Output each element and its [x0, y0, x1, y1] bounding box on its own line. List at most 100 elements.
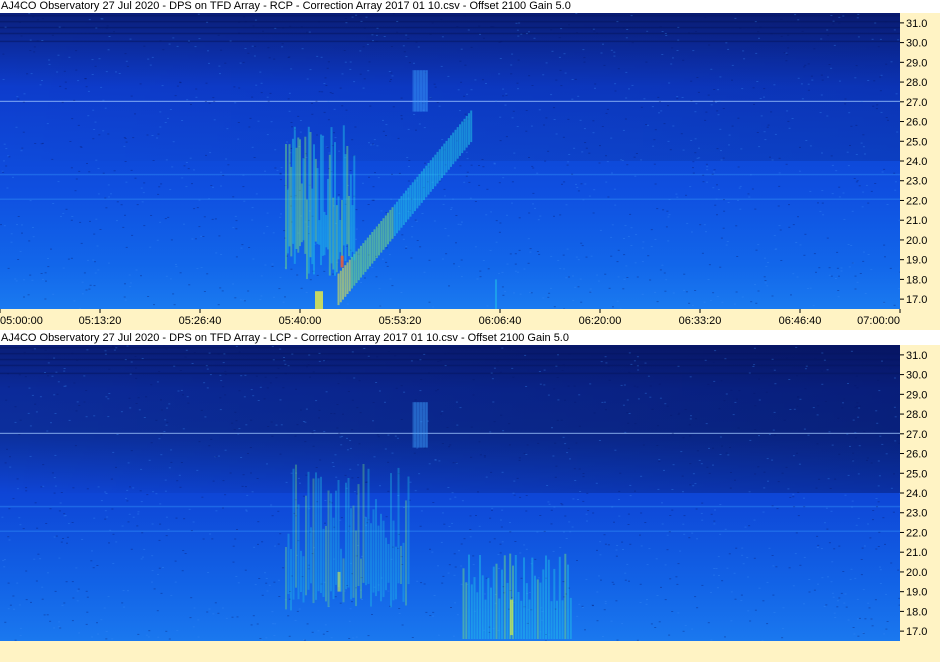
noise-dot — [183, 518, 186, 520]
burst-streak — [487, 577, 490, 640]
noise-dot — [725, 244, 728, 246]
noise-dot — [645, 61, 648, 63]
noise-dot — [407, 180, 410, 182]
noise-dot — [231, 422, 234, 424]
noise-dot — [41, 598, 44, 600]
noise-dot — [125, 246, 128, 248]
burst-streak — [362, 243, 365, 275]
noise-dot — [389, 278, 392, 280]
noise-dot — [585, 513, 588, 515]
noise-dot — [857, 416, 860, 418]
noise-dot — [885, 593, 888, 595]
noise-dot — [91, 550, 93, 552]
noise-dot — [877, 460, 880, 462]
noise-dot — [75, 50, 78, 52]
noise-dot — [304, 441, 307, 443]
noise-dot — [710, 639, 713, 641]
noise-dot — [792, 224, 795, 226]
noise-dot — [577, 259, 580, 261]
lcp-title: AJ4CO Observatory 27 Jul 2020 - DPS on T… — [0, 332, 940, 345]
noise-dot — [195, 96, 198, 98]
noise-dot — [840, 270, 843, 272]
noise-dot — [764, 257, 766, 259]
noise-dot — [731, 64, 734, 66]
noise-dot — [832, 17, 835, 19]
noise-dot — [690, 415, 692, 417]
noise-dot — [830, 510, 833, 512]
noise-dot — [387, 461, 390, 463]
noise-dot — [81, 539, 84, 540]
noise-dot — [792, 493, 795, 495]
noise-dot — [613, 51, 616, 53]
noise-dot — [27, 412, 30, 414]
burst-streak — [344, 154, 347, 262]
noise-dot — [91, 74, 94, 75]
noise-dot — [428, 463, 431, 465]
noise-dot — [44, 349, 47, 351]
burst-streak — [357, 248, 360, 281]
noise-dot — [858, 445, 861, 447]
noise-dot — [170, 461, 173, 463]
noise-dot — [572, 299, 575, 301]
noise-dot — [717, 556, 720, 558]
noise-dot — [126, 345, 129, 347]
noise-dot — [553, 306, 556, 308]
noise-dot — [581, 151, 584, 153]
burst-streak — [337, 273, 340, 306]
noise-dot — [741, 547, 744, 549]
noise-dot — [653, 163, 656, 165]
noise-dot — [124, 214, 126, 216]
noise-dot — [193, 169, 195, 171]
noise-dot — [260, 92, 263, 94]
noise-dot — [97, 486, 100, 488]
noise-dot — [722, 157, 725, 159]
noise-dot — [610, 236, 613, 238]
burst-streak — [365, 517, 367, 586]
noise-dot — [420, 379, 423, 380]
burst-streak — [473, 577, 476, 639]
noise-dot — [223, 353, 226, 355]
noise-dot — [598, 440, 601, 441]
noise-dot — [198, 38, 201, 40]
burst-streak — [416, 176, 419, 209]
y-tick-label: 19.0 — [906, 587, 927, 599]
noise-dot — [478, 165, 480, 166]
noise-dot — [279, 179, 282, 181]
stripe — [0, 173, 900, 176]
noise-dot — [640, 545, 643, 547]
noise-dot — [290, 68, 293, 70]
noise-dot — [543, 124, 545, 126]
noise-dot — [528, 75, 531, 77]
noise-dot — [898, 442, 901, 444]
noise-dot — [517, 88, 519, 90]
noise-dot — [266, 212, 269, 214]
noise-dot — [474, 79, 477, 81]
noise-dot — [283, 360, 286, 362]
noise-dot — [129, 407, 132, 409]
noise-dot — [92, 259, 95, 261]
noise-dot — [143, 182, 146, 184]
noise-dot — [261, 541, 264, 543]
noise-dot — [21, 224, 23, 226]
noise-dot — [658, 112, 660, 114]
noise-dot — [358, 380, 361, 382]
noise-dot — [262, 30, 264, 32]
noise-dot — [20, 150, 23, 152]
noise-dot — [316, 274, 319, 276]
noise-dot — [499, 543, 502, 545]
noise-dot — [188, 508, 191, 510]
noise-dot — [867, 254, 870, 255]
noise-dot — [785, 163, 788, 165]
noise-dot — [359, 17, 362, 19]
noise-dot — [712, 464, 714, 466]
noise-dot — [175, 266, 178, 268]
noise-dot — [843, 602, 846, 604]
noise-dot — [116, 201, 119, 203]
y-tick-label: 23.0 — [906, 176, 927, 188]
noise-dot — [870, 190, 873, 192]
noise-dot — [656, 301, 659, 303]
noise-dot — [605, 181, 608, 183]
noise-dot — [562, 581, 565, 583]
noise-dot — [501, 286, 504, 288]
noise-dot — [644, 522, 647, 523]
